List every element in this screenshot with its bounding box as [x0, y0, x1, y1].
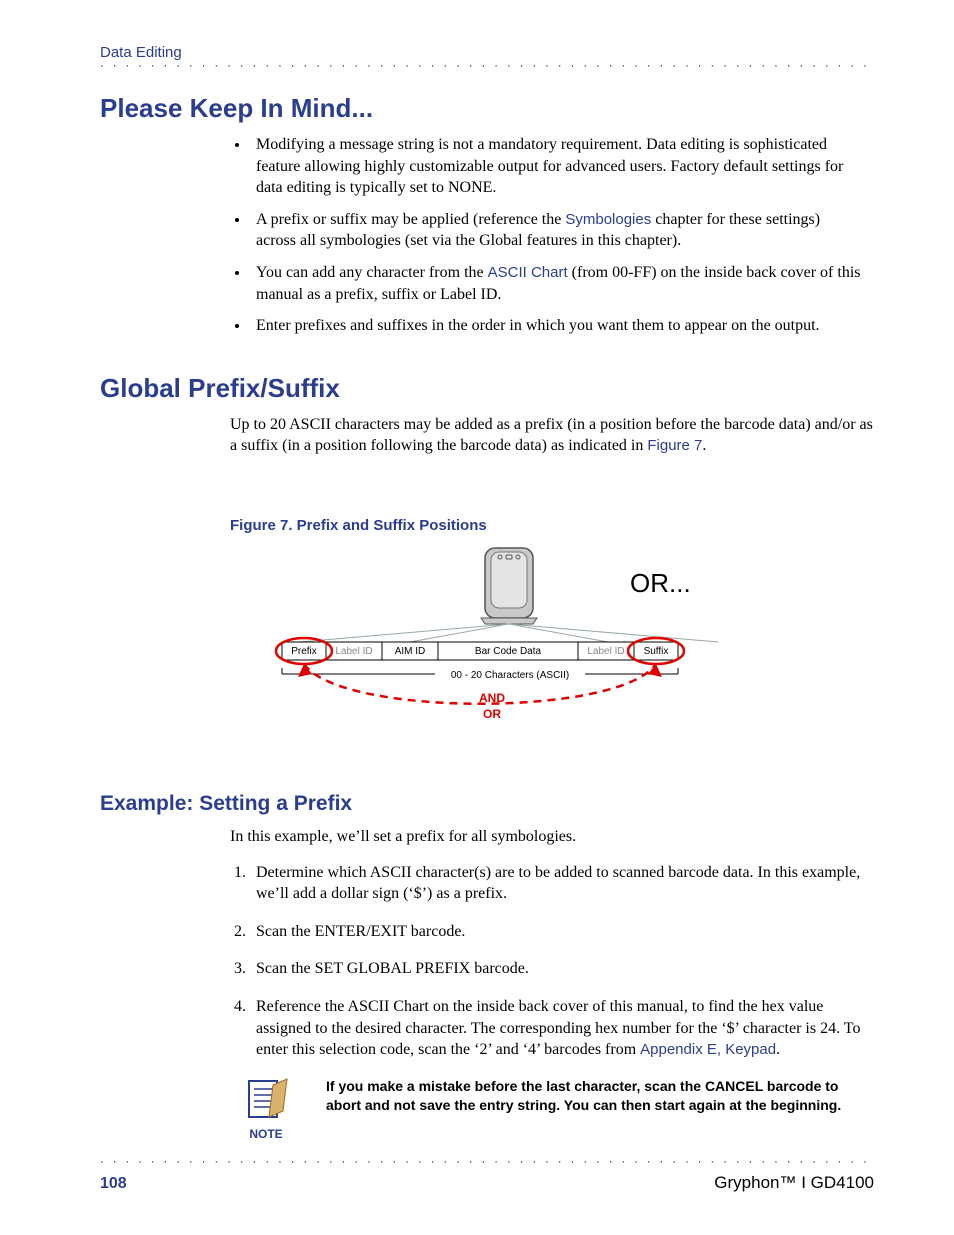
step-1: Determine which ASCII character(s) are t… — [250, 862, 874, 905]
note-icon-cell: NOTE — [230, 1077, 302, 1141]
note-icon — [243, 1077, 289, 1123]
example-intro-block: In this example, we’ll set a prefix for … — [230, 826, 874, 848]
fig-labelid-r: Label ID — [587, 646, 624, 657]
figure7-link[interactable]: Figure 7 — [647, 437, 702, 454]
step-4-b: . — [776, 1041, 780, 1058]
step-2: Scan the ENTER/EXIT barcode. — [250, 921, 874, 943]
top-dot-rule: · · · · · · · · · · · · · · · · · · · · … — [100, 63, 874, 71]
running-head: Data Editing — [100, 44, 874, 61]
figure-title: Figure 7. Prefix and Suffix Positions — [230, 517, 874, 534]
note-block: NOTE If you make a mistake before the la… — [230, 1077, 874, 1141]
bullet-3: You can add any character from the ASCII… — [250, 262, 874, 305]
global-body: Up to 20 ASCII characters may be added a… — [230, 414, 874, 457]
scanner-icon — [481, 548, 537, 624]
page-number: 108 — [100, 1175, 127, 1193]
fig-prefix: Prefix — [291, 646, 317, 657]
global-para-a: Up to 20 ASCII characters may be added a… — [230, 416, 873, 455]
note-text: If you make a mistake before the last ch… — [326, 1077, 874, 1116]
heading-keep-in-mind: Please Keep In Mind... — [100, 93, 874, 124]
fig-aimid: AIM ID — [395, 646, 426, 657]
note-label: NOTE — [230, 1127, 302, 1141]
heading-example: Example: Setting a Prefix — [100, 792, 874, 816]
bullet-4: Enter prefixes and suffixes in the order… — [250, 315, 874, 337]
global-para-b: . — [702, 437, 706, 454]
global-para: Up to 20 ASCII characters may be added a… — [230, 414, 874, 457]
keep-in-mind-list: Modifying a message string is not a mand… — [250, 134, 874, 337]
product-name: Gryphon™ I GD4100 — [714, 1173, 874, 1193]
fig-labelid-l: Label ID — [335, 646, 372, 657]
bullet-1: Modifying a message string is not a mand… — [250, 134, 874, 199]
ascii-chart-link[interactable]: ASCII Chart — [488, 264, 568, 281]
bullet-2-a: A prefix or suffix may be applied (refer… — [256, 211, 565, 228]
example-intro: In this example, we’ll set a prefix for … — [230, 826, 874, 848]
fig-suffix: Suffix — [644, 646, 669, 657]
step-3: Scan the SET GLOBAL PREFIX barcode. — [250, 958, 874, 980]
figure-7: OR... Prefix Label ID AIM ID Bar Code Da… — [230, 542, 874, 752]
figure-svg: OR... Prefix Label ID AIM ID Bar Code Da… — [230, 542, 790, 747]
fig-char-range: 00 - 20 Characters (ASCII) — [451, 670, 569, 681]
page: Data Editing · · · · · · · · · · · · · ·… — [0, 0, 954, 1235]
fig-and: AND — [479, 691, 505, 705]
fig-or2: OR — [483, 707, 501, 721]
fig-barcode: Bar Code Data — [475, 646, 542, 657]
bullet-2: A prefix or suffix may be applied (refer… — [250, 209, 874, 252]
example-steps: Determine which ASCII character(s) are t… — [250, 862, 874, 1061]
heading-global-prefix-suffix: Global Prefix/Suffix — [100, 373, 874, 404]
step-4: Reference the ASCII Chart on the inside … — [250, 996, 874, 1061]
bottom-dot-rule: · · · · · · · · · · · · · · · · · · · · … — [100, 1159, 874, 1167]
figure-or-text: OR... — [630, 568, 691, 598]
page-footer: · · · · · · · · · · · · · · · · · · · · … — [100, 1159, 874, 1193]
appendix-e-link[interactable]: Appendix E, Keypad — [640, 1041, 776, 1058]
bullet-3-a: You can add any character from the — [256, 264, 488, 281]
symbologies-link[interactable]: Symbologies — [565, 211, 651, 228]
